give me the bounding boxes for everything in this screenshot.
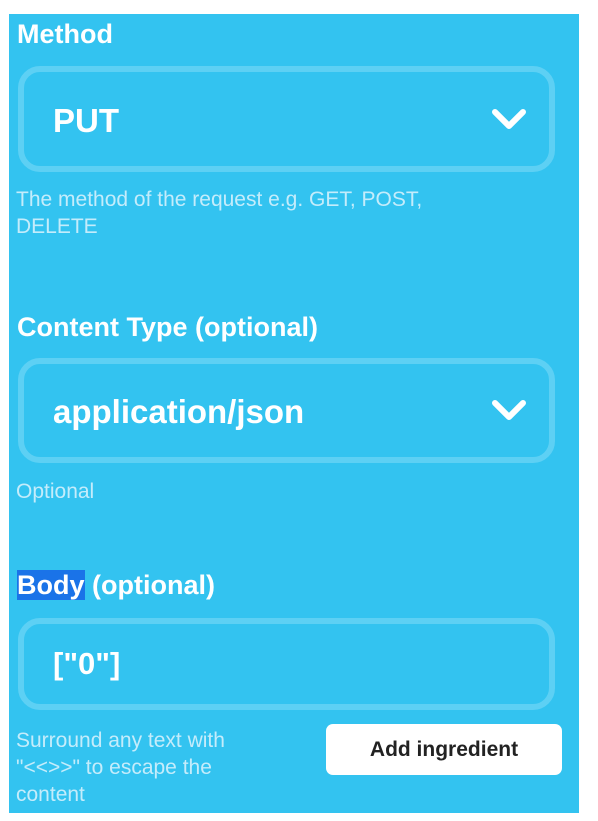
body-label-selected-text: Body (17, 570, 85, 600)
content-type-help-text: Optional (16, 480, 95, 503)
body-help-text: Surround any text with "<<>>" to escape … (16, 727, 225, 808)
applet-action-fields-panel: Method PUT The method of the request e.g… (9, 14, 579, 813)
content-type-label: Content Type (optional) (17, 312, 318, 342)
add-ingredient-button[interactable]: Add ingredient (326, 724, 562, 775)
body-help-line: "<<>>" to escape the (16, 756, 212, 779)
method-help-line: DELETE (16, 215, 98, 238)
body-help-line: content (16, 783, 85, 806)
body-input[interactable]: ["0"] (18, 618, 555, 710)
content-type-select[interactable]: application/json (18, 358, 555, 463)
method-label: Method (17, 19, 113, 49)
method-selected-value: PUT (53, 102, 119, 139)
body-label-suffix: (optional) (84, 570, 215, 600)
body-label: Body (optional) (17, 568, 215, 602)
chevron-down-icon (492, 400, 526, 420)
method-help-line: The method of the request e.g. GET, POST… (16, 188, 423, 211)
content-type-selected-value: application/json (53, 393, 305, 430)
method-select[interactable]: PUT (18, 66, 555, 172)
body-help-line: Surround any text with (16, 729, 225, 752)
method-help-text: The method of the request e.g. GET, POST… (16, 186, 422, 240)
chevron-down-icon (492, 109, 526, 129)
body-input-value: ["0"] (53, 646, 121, 681)
